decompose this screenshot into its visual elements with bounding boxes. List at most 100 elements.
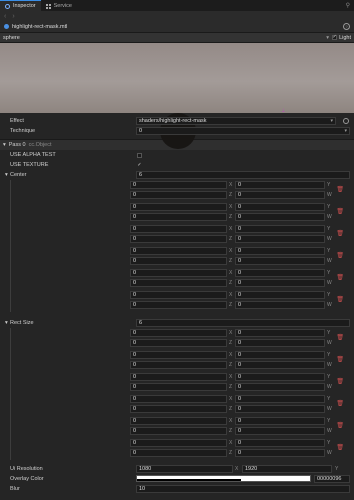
y-input[interactable]: 0 — [235, 329, 325, 337]
w-input[interactable]: 0 — [235, 427, 325, 435]
x-input[interactable]: 0 — [130, 329, 227, 337]
vec4-item: 0 X 0 Y 🗑 0 Z 0 W — [0, 180, 354, 202]
x-input[interactable]: 0 — [130, 269, 227, 277]
x-input[interactable]: 0 — [130, 395, 227, 403]
axis-z-label: Z — [229, 384, 233, 390]
w-input[interactable]: 0 — [235, 383, 325, 391]
z-input[interactable]: 0 — [130, 427, 227, 435]
w-value: 0 — [238, 406, 242, 412]
w-input[interactable]: 0 — [235, 257, 325, 265]
technique-select[interactable]: 0 — [136, 127, 350, 135]
x-input[interactable]: 0 — [130, 439, 227, 447]
ui-resolution-y-value: 1920 — [245, 466, 258, 472]
use-texture-checkbox[interactable]: ✓ — [137, 162, 142, 168]
forward-arrow-icon[interactable]: › — [12, 13, 14, 20]
light-label: Light — [339, 34, 351, 41]
w-input[interactable]: 0 — [235, 361, 325, 369]
effect-select[interactable]: shaders/highlight-rect-mask — [136, 117, 336, 125]
y-input[interactable]: 0 — [235, 181, 325, 189]
preview-mesh-select[interactable]: sphere — [3, 35, 326, 41]
w-value: 0 — [238, 340, 242, 346]
pass-title: Pass 0 — [8, 142, 26, 148]
pin-icon[interactable]: ⚲ — [346, 2, 350, 9]
use-alpha-test-row: USE ALPHA TEST — [0, 150, 354, 160]
vec4-row: 0Z0W — [0, 256, 354, 266]
z-value: 0 — [133, 362, 137, 368]
w-input[interactable]: 0 — [235, 301, 325, 309]
z-input[interactable]: 0 — [130, 449, 227, 457]
rect-size-count-input[interactable]: 6 — [136, 319, 350, 327]
z-value: 0 — [133, 406, 137, 412]
z-input[interactable]: 0 — [130, 383, 227, 391]
w-input[interactable]: 0 — [235, 339, 325, 347]
y-input[interactable]: 0 — [235, 351, 325, 359]
w-value: 0 — [238, 450, 242, 456]
y-input[interactable]: 0 — [235, 373, 325, 381]
z-input[interactable]: 0 — [130, 279, 227, 287]
z-input[interactable]: 0 — [130, 301, 227, 309]
y-value: 0 — [238, 292, 242, 298]
inspector-icon — [5, 3, 10, 9]
tab-service[interactable]: Service — [41, 1, 77, 11]
y-input[interactable]: 0 — [235, 291, 325, 299]
y-input[interactable]: 0 — [235, 395, 325, 403]
axis-w-label: W — [327, 236, 332, 242]
overlay-color-swatch[interactable] — [136, 475, 311, 482]
w-input[interactable]: 0 — [235, 213, 325, 221]
x-input[interactable]: 0 — [130, 417, 227, 425]
x-input[interactable]: 0 — [130, 291, 227, 299]
help-icon[interactable]: ? — [343, 23, 350, 30]
light-toggle[interactable]: ✓ Light — [332, 35, 351, 41]
y-input[interactable]: 0 — [235, 203, 325, 211]
x-input[interactable]: 0 — [130, 181, 227, 189]
overlay-color-hex-input[interactable]: 00000096 — [314, 475, 350, 483]
z-input[interactable]: 0 — [130, 257, 227, 265]
light-checkbox[interactable]: ✓ — [332, 35, 338, 40]
z-input[interactable]: 0 — [130, 405, 227, 413]
w-input[interactable]: 0 — [235, 279, 325, 287]
center-label: Center — [10, 172, 27, 178]
chevron-down-icon[interactable]: ▾ — [5, 172, 8, 178]
x-input[interactable]: 0 — [130, 373, 227, 381]
z-input[interactable]: 0 — [130, 191, 227, 199]
z-input[interactable]: 0 — [130, 235, 227, 243]
w-input[interactable]: 0 — [235, 449, 325, 457]
x-input[interactable]: 0 — [130, 203, 227, 211]
y-input[interactable]: 0 — [235, 417, 325, 425]
w-input[interactable]: 0 — [235, 191, 325, 199]
grid-icon — [45, 3, 51, 9]
x-input[interactable]: 0 — [130, 247, 227, 255]
center-count-input[interactable]: 6 — [136, 171, 350, 179]
z-input[interactable]: 0 — [130, 213, 227, 221]
chevron-down-icon[interactable]: ▾ — [5, 320, 8, 326]
z-input[interactable]: 0 — [130, 339, 227, 347]
preview-toolbar: sphere ▾ ✓ Light — [0, 33, 354, 43]
y-input[interactable]: 0 — [235, 225, 325, 233]
z-input[interactable]: 0 — [130, 361, 227, 369]
material-preview[interactable]: ⟂ — [0, 43, 354, 149]
vec4-item: 0 X 0 Y 🗑 0 Z 0 W — [0, 224, 354, 246]
vec4-row: 0 X 0 Y 🗑 — [0, 180, 354, 193]
axis-x-label: X — [235, 466, 239, 472]
y-input[interactable]: 0 — [235, 247, 325, 255]
w-value: 0 — [238, 192, 242, 198]
vec4-row: 0Z0W — [0, 338, 354, 348]
gear-icon[interactable] — [343, 118, 349, 124]
x-input[interactable]: 0 — [130, 225, 227, 233]
vec4-row: 0Z0W — [0, 360, 354, 370]
y-input[interactable]: 0 — [235, 439, 325, 447]
vec4-item: 0 X 0 Y 🗑 0 Z 0 W — [0, 394, 354, 416]
use-texture-row: USE TEXTURE ✓ — [0, 160, 354, 170]
axis-x-label: X — [229, 440, 233, 446]
w-input[interactable]: 0 — [235, 235, 325, 243]
blur-input[interactable]: 10 — [136, 485, 350, 493]
w-input[interactable]: 0 — [235, 405, 325, 413]
y-input[interactable]: 0 — [235, 269, 325, 277]
tab-inspector[interactable]: Inspector — [0, 0, 41, 11]
ui-resolution-y-input[interactable]: 1920 — [242, 465, 332, 473]
use-alpha-test-checkbox[interactable] — [137, 152, 142, 158]
ui-resolution-x-input[interactable]: 1080 — [136, 465, 233, 473]
z-value: 0 — [133, 340, 137, 346]
back-arrow-icon[interactable]: ‹ — [4, 13, 6, 20]
x-input[interactable]: 0 — [130, 351, 227, 359]
